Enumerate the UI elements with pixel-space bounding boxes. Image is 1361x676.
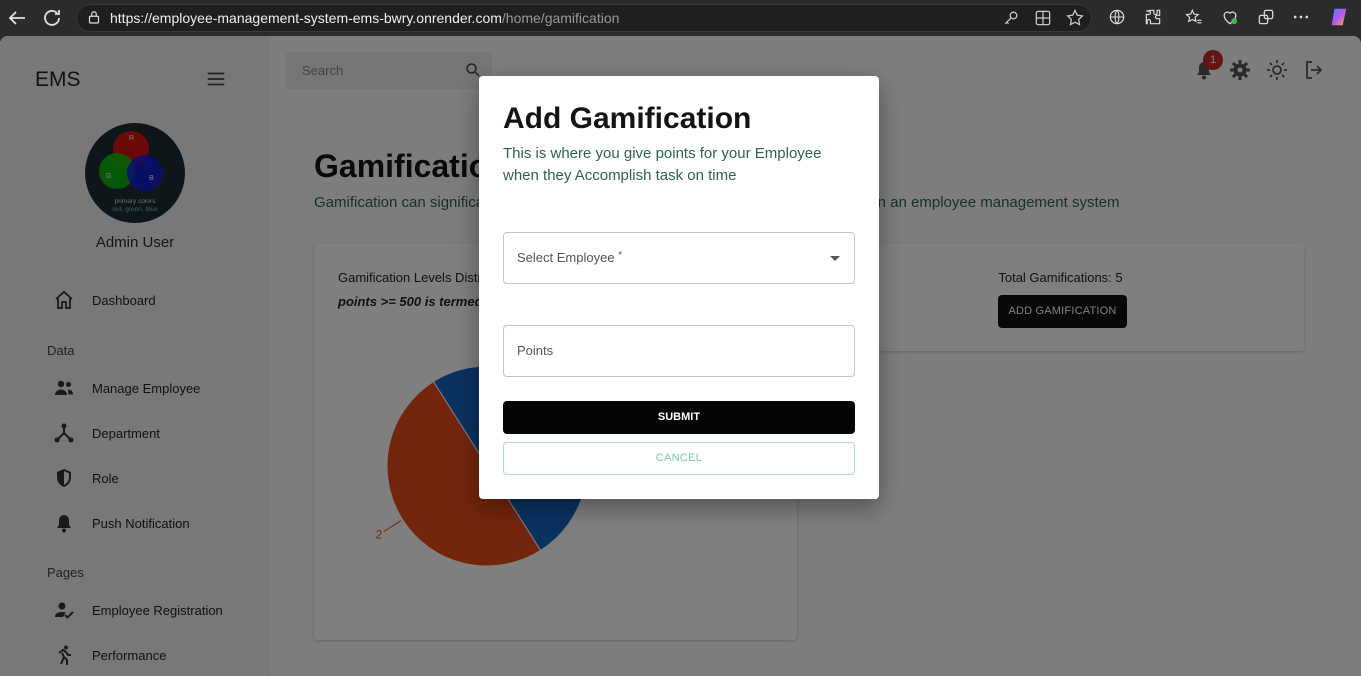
required-mark: * — [618, 250, 623, 261]
refresh-icon[interactable] — [40, 6, 64, 30]
health-icon[interactable] — [1220, 7, 1240, 27]
dialog-description: This is where you give points for your E… — [503, 145, 822, 184]
employee-select-label: Select Employee * — [517, 250, 623, 265]
lock-icon[interactable] — [85, 8, 103, 26]
add-gamification-dialog: Add Gamification This is where you give … — [479, 76, 879, 499]
apps-icon[interactable] — [1033, 8, 1053, 28]
back-icon[interactable] — [5, 6, 29, 30]
points-field[interactable]: Points — [503, 325, 855, 377]
browser-toolbar: https://employee-management-system-ems-b… — [0, 0, 1361, 36]
points-field-label: Points — [517, 343, 554, 358]
address-bar[interactable]: https://employee-management-system-ems-b… — [76, 4, 1092, 32]
collections-icon[interactable] — [1256, 7, 1276, 27]
url-text: https://employee-management-system-ems-b… — [110, 10, 620, 26]
extensions-icon[interactable] — [1143, 7, 1163, 27]
key-icon[interactable] — [1001, 8, 1021, 28]
star-icon[interactable] — [1065, 8, 1085, 28]
globe-icon[interactable] — [1107, 7, 1127, 27]
more-icon[interactable] — [1291, 7, 1311, 27]
employee-select[interactable]: Select Employee * — [503, 232, 855, 284]
chevron-down-icon[interactable] — [830, 256, 840, 261]
cancel-button[interactable]: CANCEL — [503, 442, 855, 475]
copilot-icon[interactable] — [1328, 6, 1350, 28]
submit-button[interactable]: SUBMIT — [503, 401, 855, 434]
dialog-title: Add Gamification — [503, 102, 752, 135]
favorites-icon[interactable] — [1184, 7, 1204, 27]
